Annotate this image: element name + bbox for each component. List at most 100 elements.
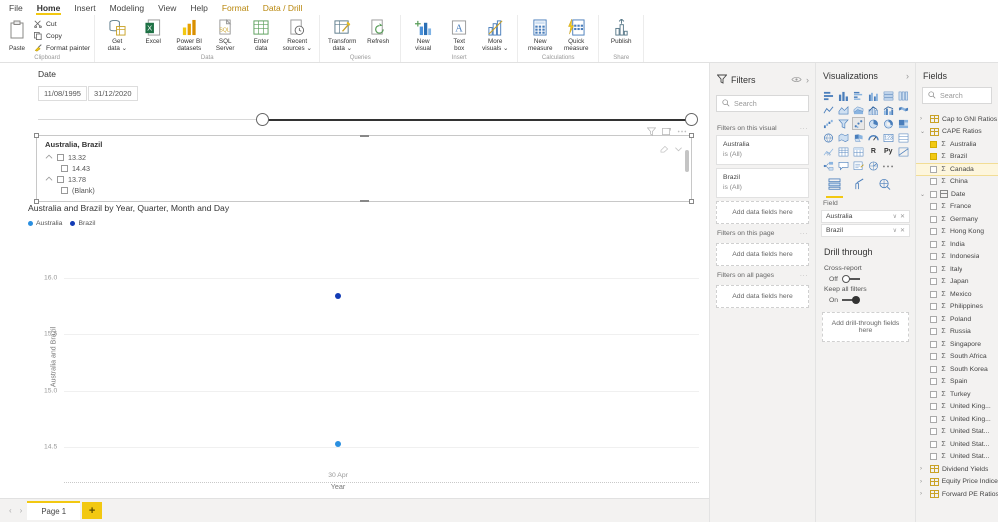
filter-card[interactable]: Brazil is (All) xyxy=(716,168,809,198)
field-checkbox[interactable] xyxy=(930,440,937,448)
chevron-up-icon[interactable] xyxy=(45,153,53,162)
field-checkbox[interactable] xyxy=(930,265,937,273)
filter-dropzone[interactable]: Add data fields here xyxy=(716,243,809,266)
page-tab-page-1[interactable]: Page 1 xyxy=(27,501,81,520)
fields-tab-icon[interactable] xyxy=(826,177,843,198)
field-checkbox[interactable] xyxy=(930,278,937,286)
chevron-down-icon[interactable]: ∨ xyxy=(893,227,897,234)
refresh-button[interactable]: Refresh xyxy=(360,16,396,45)
ribbon-tab-insert[interactable]: Insert xyxy=(67,1,102,15)
resize-handle-tl[interactable] xyxy=(34,133,39,138)
fields-search-input[interactable]: Search xyxy=(922,87,992,104)
ribbon-tab-home[interactable]: Home xyxy=(30,1,68,15)
field-item-italy[interactable]: Σ Italy xyxy=(916,263,998,276)
copy-button[interactable]: Copy xyxy=(33,31,90,41)
python-visual-icon[interactable]: Py xyxy=(881,145,895,158)
matrix-icon[interactable] xyxy=(852,145,866,158)
field-item-canada[interactable]: Σ Canada xyxy=(916,163,998,176)
area-chart-icon[interactable] xyxy=(837,103,851,116)
page-next-button[interactable]: › xyxy=(17,506,26,515)
field-item-south-africa[interactable]: Σ South Africa xyxy=(916,351,998,364)
slicer-checkbox[interactable] xyxy=(61,165,68,172)
field-checkbox[interactable] xyxy=(930,290,937,298)
field-checkbox[interactable] xyxy=(930,190,937,198)
field-item-cap-to-gni-ratios[interactable]: › Cap to GNI Ratios xyxy=(916,113,998,126)
chevron-down-icon[interactable]: ∨ xyxy=(893,213,897,220)
gauge-icon[interactable] xyxy=(866,131,880,144)
q-and-a-icon[interactable] xyxy=(837,159,851,172)
field-item-russia[interactable]: Σ Russia xyxy=(916,326,998,339)
field-checkbox[interactable] xyxy=(930,140,937,148)
analytics-tab-icon[interactable] xyxy=(878,177,891,195)
decomposition-tree-icon[interactable] xyxy=(822,159,836,172)
filter-card[interactable]: Australia is (All) xyxy=(716,135,809,165)
chevron-right-icon[interactable]: › xyxy=(906,71,909,81)
field-item-india[interactable]: Σ India xyxy=(916,238,998,251)
table-icon[interactable] xyxy=(837,145,851,158)
data-point[interactable] xyxy=(335,292,342,299)
filter-icon[interactable] xyxy=(646,123,657,141)
enter-data-button[interactable]: Enter data xyxy=(243,16,279,52)
treemap-icon[interactable] xyxy=(896,117,910,130)
cut-button[interactable]: Cut xyxy=(33,19,90,29)
field-item-united-stat[interactable]: Σ United Stat... xyxy=(916,426,998,439)
resize-handle-top[interactable] xyxy=(360,135,369,137)
field-checkbox[interactable] xyxy=(930,415,937,423)
line-stacked-column-icon[interactable] xyxy=(866,103,880,116)
keep-all-filters-toggle[interactable] xyxy=(842,296,861,304)
format-tab-icon[interactable] xyxy=(853,177,866,195)
field-item-united-stat[interactable]: Σ United Stat... xyxy=(916,451,998,464)
remove-field-icon[interactable]: ✕ xyxy=(900,213,905,220)
date-slicer-start-input[interactable]: 11/08/1995 xyxy=(38,86,87,101)
filters-search-input[interactable]: Search xyxy=(716,95,809,112)
add-page-button[interactable]: + xyxy=(82,502,103,519)
scatter-chart-icon[interactable] xyxy=(851,117,866,130)
ribbon-tab-data-drill[interactable]: Data / Drill xyxy=(256,1,310,15)
chevron-right-icon[interactable]: › xyxy=(920,491,927,497)
shape-map-icon[interactable] xyxy=(852,131,866,144)
ribbon-tab-help[interactable]: Help xyxy=(183,1,214,15)
field-checkbox[interactable] xyxy=(930,340,937,348)
field-item-brazil[interactable]: Σ Brazil xyxy=(916,151,998,164)
stacked-bar-chart-icon[interactable] xyxy=(822,89,836,102)
chevron-down-icon[interactable]: ⌄ xyxy=(920,191,927,198)
remove-field-icon[interactable]: ✕ xyxy=(900,227,905,234)
chevron-down-icon[interactable]: ⌄ xyxy=(920,128,927,135)
slicer-scrollbar[interactable] xyxy=(685,150,689,172)
field-checkbox[interactable] xyxy=(930,428,937,436)
field-item-forward-pe-ratios[interactable]: › Forward PE Ratios xyxy=(916,488,998,501)
field-checkbox[interactable] xyxy=(930,403,937,411)
field-item-hong-kong[interactable]: Σ Hong Kong xyxy=(916,226,998,239)
field-item-philippines[interactable]: Σ Philippines xyxy=(916,301,998,314)
more-visuals-ellipsis-icon[interactable] xyxy=(881,159,895,172)
field-checkbox[interactable] xyxy=(930,203,937,211)
report-page-canvas[interactable]: Date 11/08/1995 31/12/2020 Australia, Br… xyxy=(0,63,709,498)
slicer-row[interactable]: 13.78 xyxy=(37,174,691,185)
filter-section-more-icon[interactable]: ··· xyxy=(800,272,808,279)
field-item-singapore[interactable]: Σ Singapore xyxy=(916,338,998,351)
slicer-checkbox[interactable] xyxy=(61,187,68,194)
field-item-china[interactable]: Σ China xyxy=(916,176,998,189)
line-chart-icon[interactable] xyxy=(822,103,836,116)
field-item-equity-price-indices[interactable]: › Equity Price Indices xyxy=(916,476,998,489)
chevron-up-icon[interactable] xyxy=(45,175,53,184)
field-checkbox[interactable] xyxy=(930,365,937,373)
filter-section-more-icon[interactable]: ··· xyxy=(800,125,808,132)
field-checkbox[interactable] xyxy=(930,315,937,323)
get-data-button[interactable]: Get data ⌄ xyxy=(99,16,135,52)
field-checkbox[interactable] xyxy=(930,178,937,186)
ribbon-tab-file[interactable]: File xyxy=(2,1,30,15)
map-icon[interactable] xyxy=(822,131,836,144)
filter-dropzone[interactable]: Add data fields here xyxy=(716,201,809,224)
power-bi-datasets-button[interactable]: Power BI datasets xyxy=(171,16,207,52)
chevron-right-icon[interactable]: › xyxy=(920,466,927,472)
ribbon-tab-view[interactable]: View xyxy=(151,1,183,15)
collapse-pane-icon[interactable]: › xyxy=(806,75,809,85)
field-checkbox[interactable] xyxy=(930,153,937,161)
field-item-united-stat[interactable]: Σ United Stat... xyxy=(916,438,998,451)
pie-chart-icon[interactable] xyxy=(866,117,880,130)
field-well-item[interactable]: Brazil ∨ ✕ xyxy=(821,224,910,237)
slicer-row[interactable]: (Blank) xyxy=(37,185,691,196)
slicer-checkbox[interactable] xyxy=(57,176,64,183)
data-point[interactable] xyxy=(335,440,342,447)
